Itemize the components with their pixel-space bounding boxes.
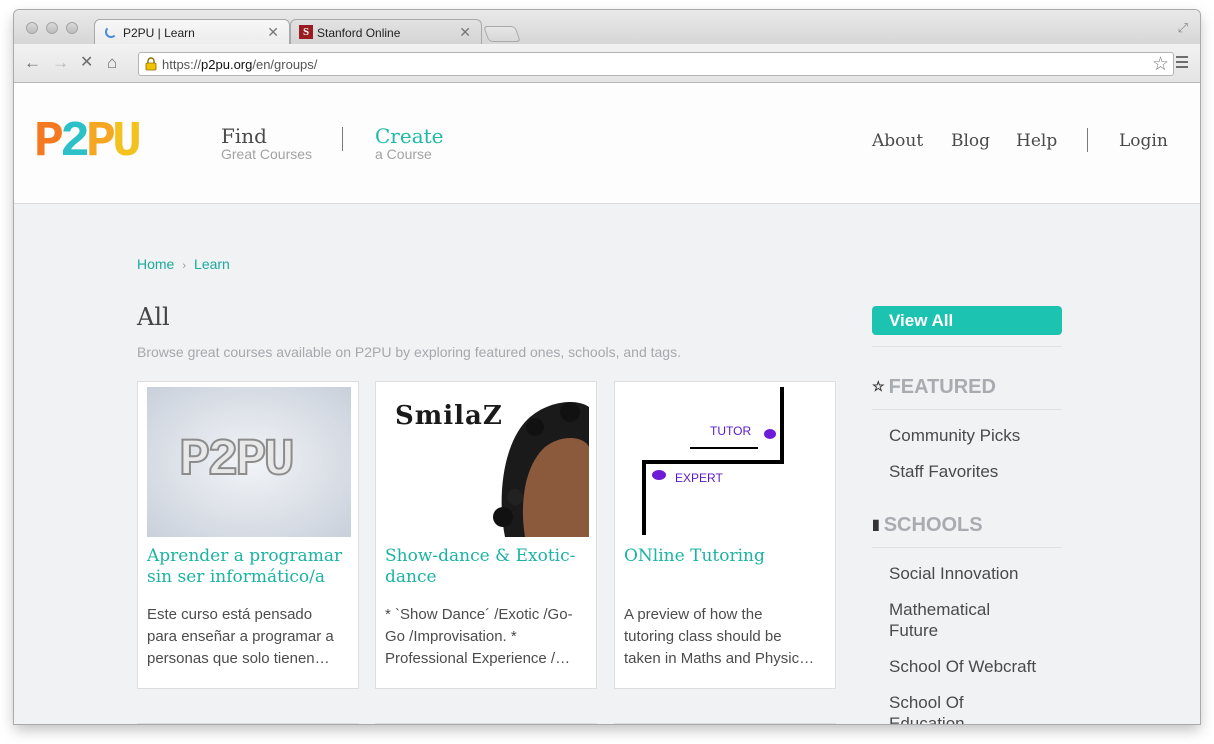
breadcrumb-learn[interactable]: Learn: [194, 256, 230, 272]
course-card[interactable]: SmilaZ Show-dance & Exotic-dance * `Show…: [375, 381, 597, 689]
thumbnail-logo-text: P2PU: [178, 430, 296, 491]
featured-heading-label: FEATURED: [888, 376, 996, 398]
menu-icon[interactable]: [1176, 56, 1188, 68]
description-line: para enseñar a programar a: [147, 628, 334, 645]
course-thumbnail[interactable]: SmilaZ: [385, 387, 589, 537]
sidebar-item-school-of-education[interactable]: School Of Education: [889, 692, 989, 724]
featured-heading: ☆ FEATURED: [872, 376, 996, 399]
sidebar-item-school-of-webcraft[interactable]: School Of Webcraft: [889, 656, 1059, 677]
course-description: * `Show Dance´ /Exotic /Go- Go /Improvis…: [385, 604, 587, 670]
tab-bar: P2PU | Learn ✕ S Stanford Online ✕ ⤢: [14, 10, 1200, 44]
course-description: A preview of how the tutoring class shou…: [624, 604, 826, 670]
url-path: /en/groups/: [252, 57, 318, 72]
logo-letter: P: [34, 114, 64, 171]
thumbnail-label: EXPERT: [675, 471, 723, 485]
tab-p2pu-learn[interactable]: P2PU | Learn ✕: [94, 19, 290, 44]
sidebar-item-social-innovation[interactable]: Social Innovation: [889, 563, 1059, 584]
loading-spinner-icon: [105, 26, 117, 38]
course-card[interactable]: [375, 723, 597, 724]
schools-heading-label: SCHOOLS: [883, 514, 983, 536]
course-title[interactable]: Show-dance & Exotic-dance: [385, 546, 591, 588]
logo-letter: U: [112, 114, 142, 171]
star-icon[interactable]: ☆: [1152, 53, 1169, 76]
lock-warning-icon: [145, 57, 157, 71]
create-title: Create: [375, 124, 444, 148]
breadcrumb: Home › Learn: [137, 256, 230, 272]
divider: [872, 409, 1062, 410]
course-card[interactable]: P2PU Aprender a programar sin ser inform…: [137, 381, 359, 689]
address-bar[interactable]: https://p2pu.org/en/groups/ ☆: [138, 52, 1174, 76]
course-thumbnail[interactable]: P2PU: [147, 387, 351, 537]
minimize-window-button[interactable]: [46, 22, 58, 34]
forward-arrow-icon[interactable]: →: [52, 53, 69, 73]
nav-divider: [1087, 128, 1088, 152]
url-domain: p2pu.org: [201, 57, 253, 72]
description-line: * `Show Dance´ /Exotic /Go-: [385, 606, 573, 623]
divider: [872, 346, 1062, 347]
sidebar-item-staff-favorites[interactable]: Staff Favorites: [889, 461, 998, 482]
thumbnail-logo-text: SmilaZ: [395, 401, 503, 431]
course-thumbnail[interactable]: TUTOR EXPERT: [624, 387, 828, 537]
nav-blog-link[interactable]: Blog: [951, 131, 990, 151]
sidebar-item-community-picks[interactable]: Community Picks: [889, 425, 1020, 446]
site-header: P2PU Find Great Courses Create a Course …: [14, 83, 1200, 204]
breadcrumb-separator-icon: ›: [182, 260, 187, 272]
book-icon: ▮: [872, 516, 880, 532]
nav-help-link[interactable]: Help: [1016, 131, 1057, 151]
create-subtitle: a Course: [375, 146, 432, 162]
back-arrow-icon[interactable]: ←: [24, 53, 41, 73]
tab-title: P2PU | Learn: [123, 26, 195, 40]
course-description: Este curso está pensado para enseñar a p…: [147, 604, 349, 670]
description-line: Professional Experience /…: [385, 650, 571, 667]
description-line: personas que solo tienen…: [147, 650, 330, 667]
schools-heading: ▮ SCHOOLS: [872, 514, 983, 537]
url-text: https://p2pu.org/en/groups/: [162, 57, 317, 72]
course-title[interactable]: ONline Tutoring: [624, 546, 830, 567]
breadcrumb-home[interactable]: Home: [137, 256, 174, 272]
divider: [872, 547, 1062, 548]
find-subtitle: Great Courses: [221, 146, 313, 162]
tutoring-diagram: [642, 387, 784, 535]
page-title: All: [137, 303, 170, 331]
browser-toolbar: ← → ✕ ⌂ https://p2pu.org/en/groups/ ☆: [14, 44, 1200, 83]
logo-letter: 2: [60, 114, 90, 171]
description-line: Este curso está pensado: [147, 606, 313, 623]
close-tab-icon[interactable]: ✕: [459, 24, 471, 41]
description-line: A preview of how the: [624, 606, 763, 623]
p2pu-logo[interactable]: P2PU: [34, 118, 142, 168]
tab-stanford-online[interactable]: S Stanford Online ✕: [290, 19, 482, 44]
close-window-button[interactable]: [26, 22, 38, 34]
nav-divider: [342, 127, 343, 151]
home-icon[interactable]: ⌂: [107, 53, 117, 73]
new-tab-button[interactable]: [483, 26, 521, 42]
zoom-window-button[interactable]: [66, 22, 78, 34]
view-all-button[interactable]: View All: [872, 306, 1062, 335]
logo-letter: P: [86, 114, 116, 171]
stanford-favicon-icon: S: [299, 25, 313, 39]
find-title: Find: [221, 124, 267, 148]
close-tab-icon[interactable]: ✕: [267, 24, 279, 41]
course-card[interactable]: [614, 723, 836, 724]
course-card[interactable]: [137, 723, 359, 724]
star-icon: ☆: [872, 378, 885, 394]
course-title[interactable]: Aprender a programar sin ser informático…: [147, 546, 353, 588]
browser-window: P2PU | Learn ✕ S Stanford Online ✕ ⤢ ← →…: [14, 10, 1200, 724]
login-link[interactable]: Login: [1119, 131, 1168, 151]
fullscreen-icon[interactable]: ⤢: [1178, 20, 1188, 36]
description-line: Go /Improvisation. *: [385, 628, 517, 645]
stop-icon[interactable]: ✕: [80, 53, 93, 73]
nav-about-link[interactable]: About: [872, 131, 923, 151]
description-line: taken in Maths and Physic…: [624, 650, 815, 667]
page-subtitle: Browse great courses available on P2PU b…: [137, 344, 681, 360]
web-page: P2PU Find Great Courses Create a Course …: [14, 83, 1200, 724]
course-card[interactable]: TUTOR EXPERT ONline Tutoring A preview o…: [614, 381, 836, 689]
tab-title: Stanford Online: [317, 26, 401, 40]
url-scheme: https://: [162, 57, 202, 72]
sidebar-item-mathematical-future[interactable]: Mathematical Future: [889, 599, 1009, 641]
description-line: tutoring class should be: [624, 628, 782, 645]
thumbnail-label: TUTOR: [710, 424, 752, 438]
